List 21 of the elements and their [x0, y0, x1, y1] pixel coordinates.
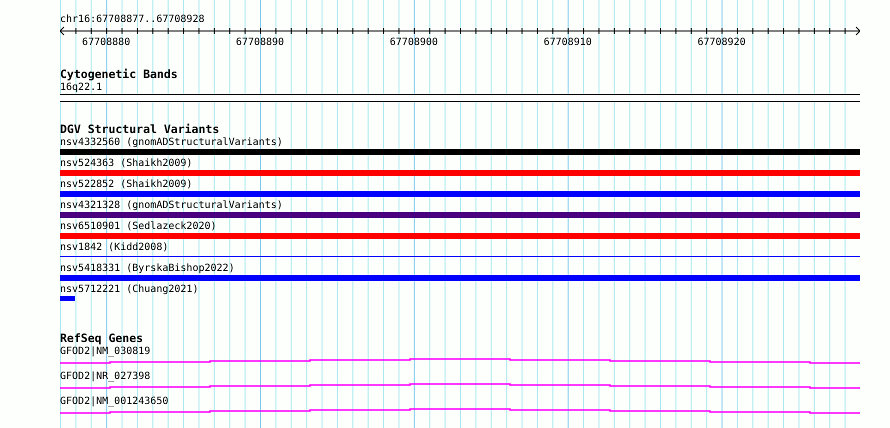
- ruler-label: 67708920: [697, 37, 746, 49]
- track-title: RefSeq Genes: [60, 332, 144, 345]
- feature-label: GFOD2|NM_030819: [60, 345, 150, 358]
- feature-label: nsv4332560 (gnomADStructuralVariants): [60, 136, 283, 149]
- feature-label: nsv524363 (Shaikh2009): [60, 157, 192, 170]
- feature-label: GFOD2|NR_027398: [60, 370, 150, 383]
- track-title: DGV Structural Variants: [60, 123, 220, 136]
- ruler-label: 67708880: [82, 37, 130, 49]
- ruler-label: 67708890: [236, 37, 284, 49]
- track-title: Cytogenetic Bands: [60, 68, 178, 81]
- feature-label: nsv1842 (Kidd2008): [60, 241, 168, 254]
- feature-label: nsv5712221 (Chuang2021): [60, 283, 198, 296]
- ruler-label: 67708900: [390, 37, 438, 49]
- feature-label: nsv5418331 (ByrskaBishop2022): [60, 262, 235, 275]
- location-label: chr16:67708877..67708928: [60, 14, 204, 26]
- feature-label: 16q22.1: [60, 81, 102, 94]
- feature-label: nsv6510901 (Sedlazeck2020): [60, 220, 217, 233]
- feature-label: nsv522852 (Shaikh2009): [60, 178, 192, 191]
- feature-label: GFOD2|NM_001243650: [60, 395, 168, 408]
- ruler-label: 67708910: [544, 37, 592, 49]
- feature-label: nsv4321328 (gnomADStructuralVariants): [60, 199, 283, 212]
